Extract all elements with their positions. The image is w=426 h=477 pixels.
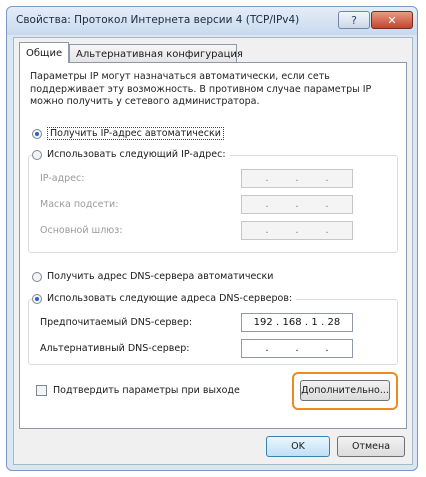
title-bar[interactable]: Свойства: Протокол Интернета версии 4 (T… bbox=[7, 7, 417, 35]
subnet-mask-label: Маска подсети: bbox=[40, 199, 119, 210]
tab-general[interactable]: Общие bbox=[19, 42, 69, 63]
preferred-dns-octet-2: 168 bbox=[282, 317, 302, 328]
ip-manual-label: Использовать следующий IP-адрес: bbox=[47, 149, 226, 160]
window-title: Свойства: Протокол Интернета версии 4 (T… bbox=[16, 14, 300, 26]
validate-option[interactable]: Подтвердить параметры при выходе bbox=[36, 385, 240, 396]
subnet-mask-input[interactable]: ... bbox=[241, 195, 353, 214]
validate-checkbox[interactable] bbox=[36, 385, 47, 396]
help-button[interactable]: ? bbox=[338, 11, 370, 29]
dns-manual-label: Использовать следующие адреса DNS-сервер… bbox=[47, 293, 293, 304]
ip-manual-option[interactable]: Использовать следующий IP-адрес: bbox=[32, 149, 230, 160]
preferred-dns-octet-1: 192 bbox=[253, 317, 273, 328]
dialog-window: Свойства: Протокол Интернета версии 4 (T… bbox=[6, 6, 418, 471]
tab-alternate-config[interactable]: Альтернативная конфигурация bbox=[69, 44, 243, 63]
ip-address-input[interactable]: ... bbox=[241, 169, 353, 188]
dns-manual-radio[interactable] bbox=[32, 293, 42, 304]
general-panel: Параметры IP могут назначаться автоматич… bbox=[19, 62, 407, 429]
ip-auto-radio[interactable] bbox=[32, 128, 42, 139]
dialog-body: Общие Альтернативная конфигурация Параме… bbox=[13, 37, 413, 465]
dns-auto-label: Получить адрес DNS-сервера автоматически bbox=[47, 271, 274, 282]
close-button[interactable]: ✕ bbox=[371, 11, 413, 29]
ip-address-label: IP-адрес: bbox=[40, 173, 85, 184]
dns-auto-option[interactable]: Получить адрес DNS-сервера автоматически bbox=[32, 271, 273, 282]
default-gateway-label: Основной шлюз: bbox=[40, 225, 123, 236]
preferred-dns-label: Предпочитаемый DNS-сервер: bbox=[40, 317, 193, 328]
alternate-dns-label: Альтернативный DNS-сервер: bbox=[40, 343, 190, 354]
preferred-dns-octet-4: 28 bbox=[327, 317, 341, 328]
alternate-dns-input[interactable]: ... bbox=[241, 339, 353, 358]
ip-auto-label: Получить IP-адрес автоматически bbox=[47, 127, 224, 140]
validate-label: Подтвердить параметры при выходе bbox=[53, 385, 240, 396]
ip-auto-option[interactable]: Получить IP-адрес автоматически bbox=[32, 127, 224, 140]
preferred-dns-input[interactable]: 192. 168. 1. 28 bbox=[241, 313, 353, 332]
advanced-button[interactable]: Дополнительно... bbox=[300, 380, 390, 401]
ip-manual-radio[interactable] bbox=[32, 149, 42, 160]
ok-button[interactable]: OK bbox=[266, 436, 330, 457]
dns-auto-radio[interactable] bbox=[32, 271, 42, 282]
cancel-button[interactable]: Отмена bbox=[337, 436, 405, 457]
dns-manual-option[interactable]: Использовать следующие адреса DNS-сервер… bbox=[32, 293, 297, 304]
preferred-dns-octet-3: 1 bbox=[311, 317, 318, 328]
default-gateway-input[interactable]: ... bbox=[241, 221, 353, 240]
description-text: Параметры IP могут назначаться автоматич… bbox=[30, 71, 372, 107]
